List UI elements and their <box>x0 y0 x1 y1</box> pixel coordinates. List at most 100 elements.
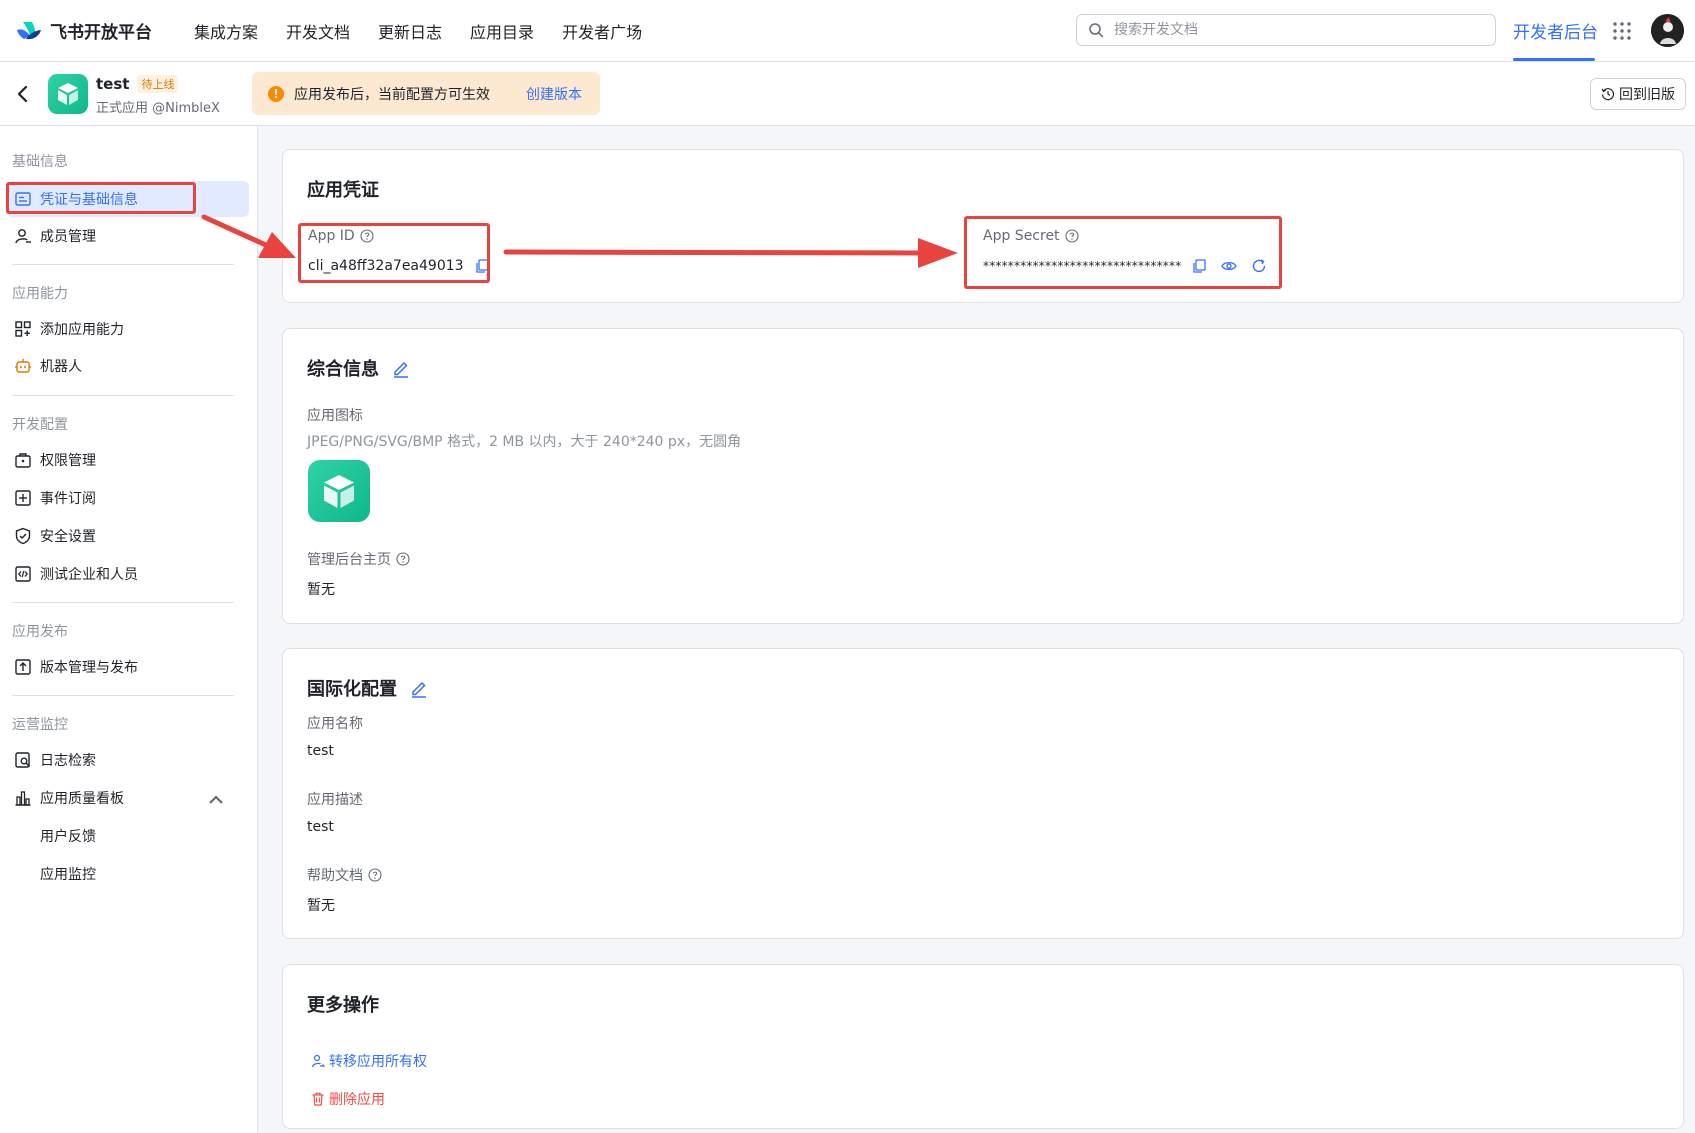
delete-app-label: 删除应用 <box>329 1092 385 1108</box>
sidebar-item-label: 测试企业和人员 <box>40 567 138 583</box>
credentials-title: 应用凭证 <box>307 180 379 201</box>
sidebar-item-permissions[interactable]: 权限管理 <box>6 442 249 478</box>
sidebar-item-label: 应用监控 <box>40 867 96 883</box>
i18n-card: 国际化配置 应用名称 test 应用描述 test 帮助文档 暂无 <box>282 648 1684 939</box>
transfer-ownership-label: 转移应用所有权 <box>329 1054 427 1070</box>
app-name-row: test 待上线 <box>96 75 179 93</box>
app-grid-icon[interactable] <box>1612 21 1632 41</box>
help-doc-value: 暂无 <box>307 898 335 914</box>
help-circle-icon[interactable] <box>368 868 382 882</box>
app-icon-preview[interactable] <box>308 460 370 522</box>
sidebar-item-quality-dashboard[interactable]: 应用质量看板 <box>6 780 249 816</box>
lock-bag-icon <box>15 453 31 468</box>
homepage-label-text: 管理后台主页 <box>307 552 391 568</box>
more-actions-card: 更多操作 转移应用所有权 删除应用 <box>282 964 1684 1129</box>
code-box-icon <box>15 566 31 582</box>
logo-text: 飞书开放平台 <box>50 23 152 43</box>
sidebar-item-label: 应用质量看板 <box>40 791 124 807</box>
sidebar-item-events[interactable]: 事件订阅 <box>6 480 249 516</box>
sidebar-item-user-feedback[interactable]: 用户反馈 <box>6 818 249 854</box>
app-desc-label: 应用描述 <box>307 792 363 808</box>
app-icon-hint: JPEG/PNG/SVG/BMP 格式，2 MB 以内，大于 240*240 p… <box>307 434 742 450</box>
user-transfer-icon <box>311 1054 325 1068</box>
developer-console-link[interactable]: 开发者后台 <box>1513 18 1598 43</box>
search-input[interactable] <box>1112 21 1472 39</box>
publish-notice: ! 应用发布后，当前配置方可生效 创建版本 <box>252 72 600 115</box>
shield-icon <box>15 527 31 545</box>
sidebar-item-label: 日志检索 <box>40 753 96 769</box>
search-icon <box>1089 23 1104 38</box>
sidebar-item-label: 用户反馈 <box>40 829 96 845</box>
back-arrow-icon[interactable] <box>14 84 32 104</box>
sidebar-item-label: 版本管理与发布 <box>40 660 138 676</box>
warning-icon: ! <box>268 85 284 102</box>
sidebar-divider <box>12 695 234 696</box>
sidebar-group-capabilities: 应用能力 <box>12 286 68 302</box>
history-icon <box>1601 88 1615 101</box>
sidebar-group-dev-config: 开发配置 <box>12 417 68 433</box>
sidebar-item-label: 权限管理 <box>40 453 96 469</box>
user-avatar[interactable] <box>1651 14 1684 47</box>
nav-link-solutions[interactable]: 集成方案 <box>194 19 258 43</box>
nav-link-docs[interactable]: 开发文档 <box>286 19 350 43</box>
log-search-icon <box>15 752 30 768</box>
i18n-title-row: 国际化配置 <box>307 675 429 701</box>
search-box[interactable] <box>1076 14 1496 46</box>
sidebar-item-bot[interactable]: 机器人 <box>6 348 249 384</box>
bar-chart-icon <box>15 791 31 806</box>
edit-icon[interactable] <box>409 678 429 698</box>
app-icon <box>48 74 88 114</box>
sidebar-item-members[interactable]: 成员管理 <box>6 218 249 254</box>
robot-icon <box>15 359 31 373</box>
app-desc-value: test <box>307 819 334 835</box>
annotation-box-app-secret <box>964 216 1282 289</box>
logo[interactable]: 飞书开放平台 <box>14 17 152 45</box>
back-to-old-version-button[interactable]: 回到旧版 <box>1590 78 1686 110</box>
create-version-link[interactable]: 创建版本 <box>526 84 582 104</box>
active-tab-indicator <box>1513 58 1595 61</box>
delete-app-link[interactable]: 删除应用 <box>311 1089 385 1109</box>
general-title: 综合信息 <box>307 359 379 380</box>
app-subtitle: 正式应用 @NimbleX <box>96 101 220 116</box>
sidebar-divider <box>12 395 234 396</box>
notice-text: 应用发布后，当前配置方可生效 <box>294 86 490 103</box>
sidebar-item-label: 添加应用能力 <box>40 322 124 338</box>
edit-icon[interactable] <box>391 358 411 378</box>
annotation-box-sidebar <box>6 182 196 214</box>
status-badge: 待上线 <box>137 75 179 93</box>
nav-link-changelog[interactable]: 更新日志 <box>378 19 442 43</box>
nav-link-developer-square[interactable]: 开发者广场 <box>562 19 642 43</box>
sidebar-item-log-search[interactable]: 日志检索 <box>6 742 249 778</box>
app-name-value: test <box>307 743 334 759</box>
chevron-up-icon[interactable] <box>207 791 225 809</box>
user-add-icon <box>15 229 31 244</box>
sidebar-item-label: 机器人 <box>40 359 82 375</box>
app-name-label: 应用名称 <box>307 716 363 732</box>
help-circle-icon[interactable] <box>396 552 410 566</box>
i18n-title: 国际化配置 <box>307 679 397 700</box>
sidebar-divider <box>12 602 234 603</box>
sidebar-group-release: 应用发布 <box>12 624 68 640</box>
app-icon-label: 应用图标 <box>307 408 363 424</box>
sidebar-item-security[interactable]: 安全设置 <box>6 518 249 554</box>
app-name: test <box>96 75 130 93</box>
sidebar-item-app-monitor[interactable]: 应用监控 <box>6 856 249 892</box>
nav-link-app-directory[interactable]: 应用目录 <box>470 19 534 43</box>
sidebar-item-label: 成员管理 <box>40 229 96 245</box>
more-title: 更多操作 <box>307 995 379 1016</box>
sidebar-item-versions[interactable]: 版本管理与发布 <box>6 649 249 685</box>
event-subscribe-icon <box>15 490 31 506</box>
homepage-value: 暂无 <box>307 582 335 598</box>
sidebar-item-test-tenant[interactable]: 测试企业和人员 <box>6 556 249 592</box>
help-doc-label-text: 帮助文档 <box>307 868 363 884</box>
general-title-row: 综合信息 <box>307 355 411 381</box>
annotation-box-app-id <box>298 223 490 283</box>
homepage-label: 管理后台主页 <box>307 549 410 569</box>
general-info-card: 综合信息 应用图标 JPEG/PNG/SVG/BMP 格式，2 MB 以内，大于… <box>282 328 1684 624</box>
top-nav-links: 集成方案 开发文档 更新日志 应用目录 开发者广场 <box>194 19 670 43</box>
transfer-ownership-link[interactable]: 转移应用所有权 <box>311 1051 427 1071</box>
trash-icon <box>312 1092 324 1106</box>
sidebar-item-add-capability[interactable]: 添加应用能力 <box>6 311 249 347</box>
sidebar-divider <box>12 264 234 265</box>
top-nav: 飞书开放平台 集成方案 开发文档 更新日志 应用目录 开发者广场 开发者后台 <box>0 0 1695 62</box>
